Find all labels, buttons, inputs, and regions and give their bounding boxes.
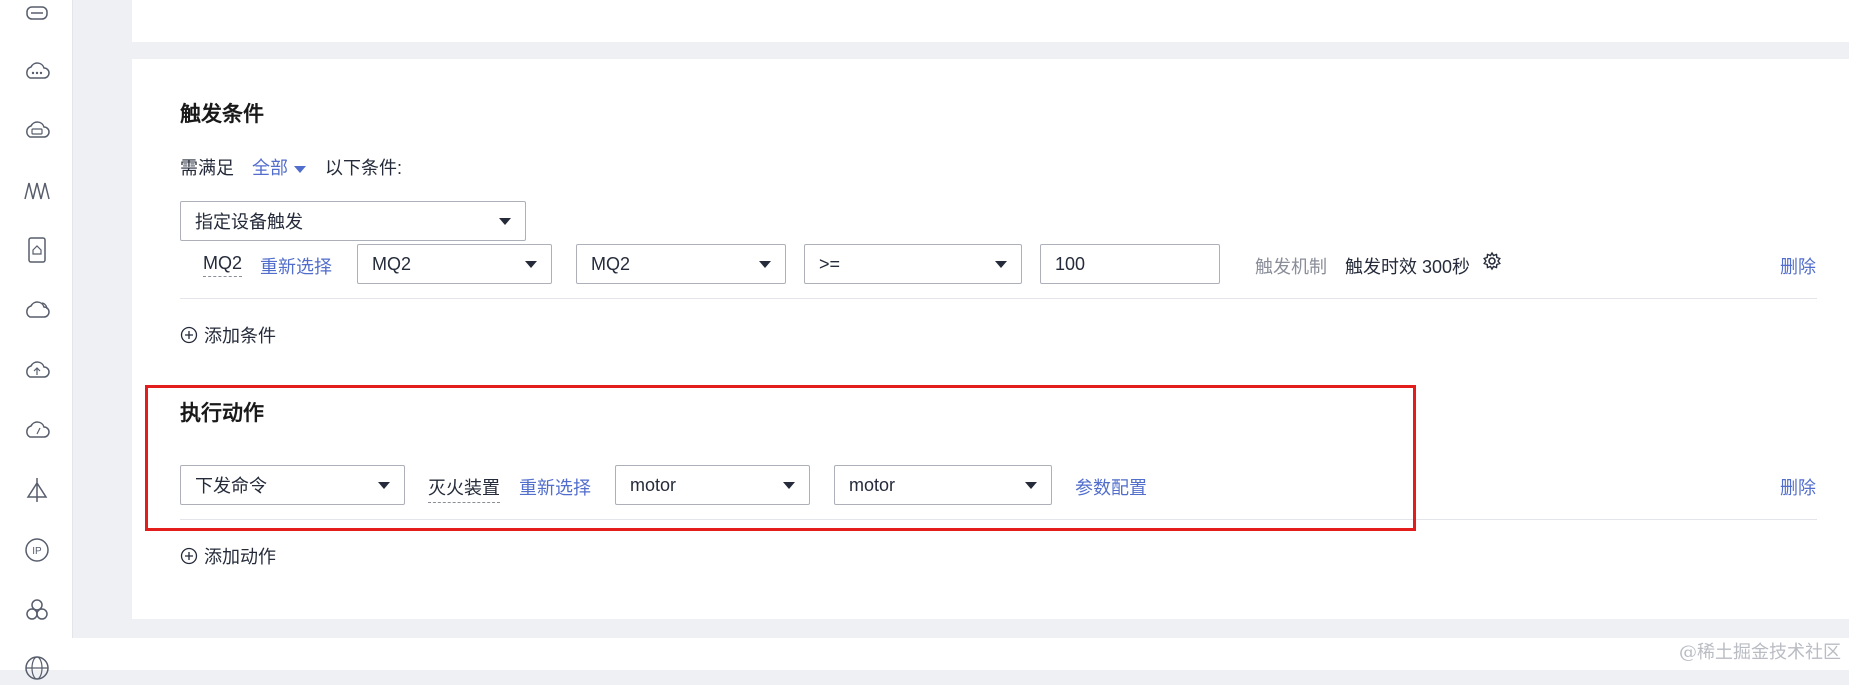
suffix-label: 以下条件: xyxy=(325,158,403,178)
add-condition-button[interactable]: 添加条件 xyxy=(180,322,276,348)
router-icon[interactable] xyxy=(20,0,54,30)
add-action-label: 添加动作 xyxy=(204,547,276,567)
rule-card: 触发条件 需满足 全部 以下条件: 指定设备触发 MQ2 重新选择 MQ2 MQ… xyxy=(132,59,1849,619)
chevron-down-icon xyxy=(525,260,537,268)
hexagon-cluster-icon[interactable] xyxy=(20,593,54,627)
condition-value-text: 100 xyxy=(1055,253,1086,274)
chevron-down-icon xyxy=(759,260,771,268)
trigger-source-value: 指定设备触发 xyxy=(195,212,303,232)
condition-product-value: MQ2 xyxy=(372,253,412,274)
condition-operator-value: >= xyxy=(819,253,841,274)
condition-property-select[interactable]: MQ2 xyxy=(576,244,786,284)
need-label: 需满足 xyxy=(180,158,234,178)
compass-icon[interactable] xyxy=(20,473,54,507)
watermark: @稀土掘金技术社区 xyxy=(1679,642,1841,663)
chevron-down-icon xyxy=(499,217,511,225)
wave-icon[interactable] xyxy=(20,173,54,207)
bottom-bar xyxy=(72,638,1849,670)
sidebar: IP xyxy=(0,0,73,680)
condition-divider xyxy=(180,298,1817,299)
condition-operator-select[interactable]: >= xyxy=(804,244,1022,284)
cloud-dots-icon[interactable] xyxy=(20,54,54,88)
condition-device-name: MQ2 xyxy=(203,253,243,277)
highlight-box xyxy=(145,385,1416,531)
trigger-source-select[interactable]: 指定设备触发 xyxy=(180,201,526,241)
cloud-sync-icon[interactable] xyxy=(20,293,54,327)
match-mode-dropdown[interactable]: 全部 xyxy=(252,154,306,180)
condition-value-input[interactable]: 100 xyxy=(1040,244,1220,284)
svg-text:IP: IP xyxy=(32,546,42,557)
condition-reselect-link[interactable]: 重新选择 xyxy=(260,253,332,279)
chevron-down-icon xyxy=(294,165,306,173)
plus-circle-icon xyxy=(180,326,198,344)
cloud-device-icon[interactable] xyxy=(20,113,54,147)
trigger-section-title: 触发条件 xyxy=(180,103,264,126)
mechanism-value: 触发时效 300秒 xyxy=(1345,257,1471,277)
chevron-down-icon xyxy=(995,260,1007,268)
add-condition-label: 添加条件 xyxy=(204,326,276,346)
plus-circle-icon xyxy=(180,547,198,565)
action-delete-link[interactable]: 删除 xyxy=(1780,474,1816,500)
condition-property-value: MQ2 xyxy=(591,253,631,274)
previous-card xyxy=(132,0,1849,42)
cloud-upload-icon[interactable] xyxy=(20,353,54,387)
condition-product-select[interactable]: MQ2 xyxy=(357,244,552,284)
globe-icon[interactable] xyxy=(20,651,54,685)
tablet-icon[interactable] xyxy=(20,233,54,267)
add-action-button[interactable]: 添加动作 xyxy=(180,543,276,569)
settings-gear-icon[interactable] xyxy=(1482,251,1502,271)
match-mode-value: 全部 xyxy=(252,158,288,178)
cloud-gauge-icon[interactable] xyxy=(20,413,54,447)
ip-icon[interactable]: IP xyxy=(20,533,54,567)
condition-delete-link[interactable]: 删除 xyxy=(1780,253,1816,279)
mechanism-label: 触发机制 xyxy=(1255,257,1327,277)
